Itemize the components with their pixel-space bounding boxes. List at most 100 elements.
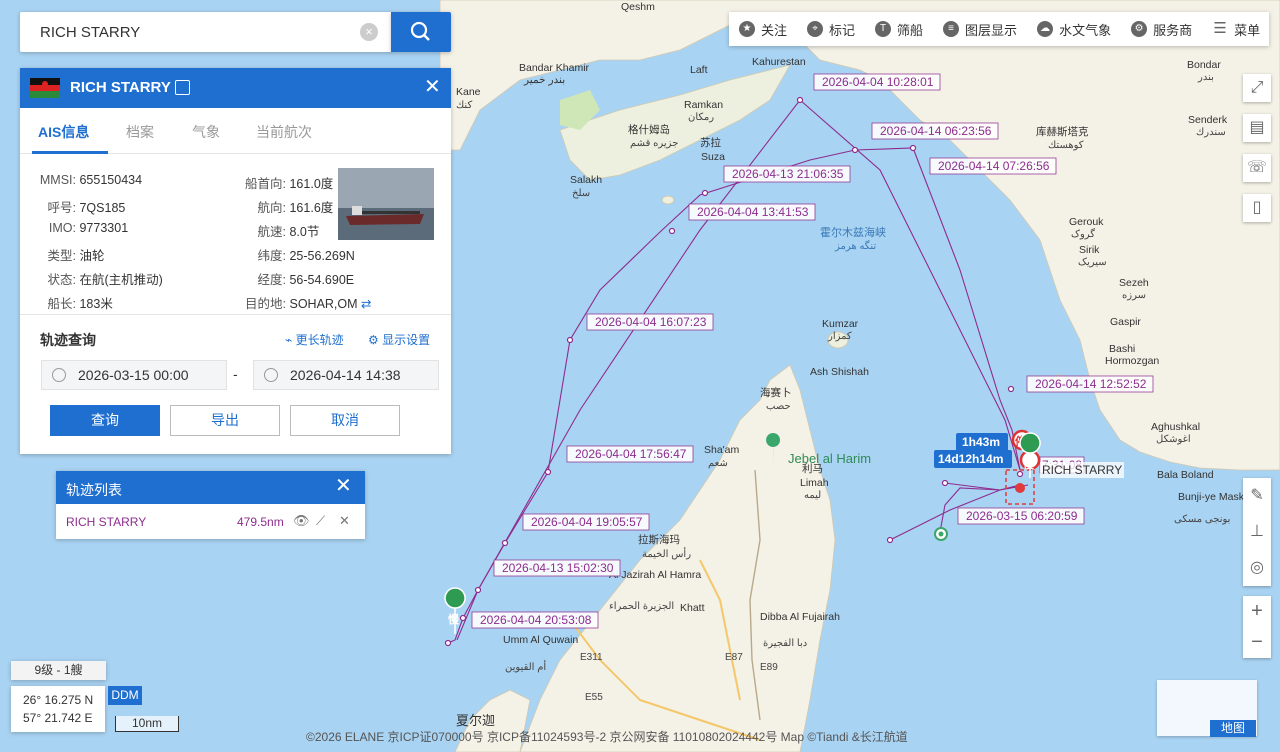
start-date-input[interactable]: 2026-03-15 00:00 (41, 360, 227, 390)
track-list-title: 轨迹列表 (66, 482, 122, 498)
coordinate-format-button[interactable]: DDM (108, 686, 142, 705)
locate-icon[interactable]: ◎ (1243, 550, 1271, 586)
eye-icon[interactable]: 👁 (293, 513, 310, 529)
svg-text:كنك: كنك (456, 100, 472, 111)
zoom-level-info: 9级 - 1艘 (11, 661, 106, 680)
svg-text:Gaspir: Gaspir (1110, 316, 1141, 328)
chart-icon[interactable]: ⟋ (316, 513, 325, 529)
svg-text:سلخ: سلخ (572, 188, 590, 199)
svg-text:حصب: حصب (766, 401, 791, 412)
svg-text:2026-04-04 20:53:08: 2026-04-04 20:53:08 (480, 613, 592, 627)
svg-text:1h43m: 1h43m (962, 435, 1000, 449)
svg-text:Bondar: Bondar (1187, 59, 1221, 71)
search-icon (410, 21, 430, 41)
map-type-label[interactable]: 地图 (1210, 720, 1256, 737)
cancel-button[interactable]: 取消 (290, 405, 400, 436)
svg-text:2026-04-04 13:41:53: 2026-04-04 13:41:53 (697, 205, 809, 219)
longer-track-link[interactable]: ⌁ 更长轨迹 (285, 331, 344, 348)
refresh-icon[interactable]: ⇄ (361, 297, 371, 311)
svg-text:اغوشکل: اغوشکل (1156, 434, 1191, 445)
mobile-icon[interactable]: ▯ (1243, 194, 1271, 222)
tab-archive[interactable]: 档案 (126, 122, 154, 142)
tag-icon: ⌖ (807, 21, 824, 37)
info-mmsi: MMSI: 655150434 (39, 173, 143, 187)
ship-info-panel: RICH STARRY ✕ AIS信息 档案 气象 当前航次 MMSI: 655… (20, 68, 451, 454)
svg-text:Dibba Al Fujairah: Dibba Al Fujairah (760, 611, 840, 623)
display-settings-link[interactable]: ⚙ 显示设置 (368, 331, 430, 348)
cursor-coordinates: 26° 16.275 N 57° 21.742 E (11, 686, 105, 732)
pin-icon[interactable]: ⊥ (1243, 514, 1271, 550)
toolbar-layers[interactable]: ≡ 图层显示 (933, 12, 1027, 46)
svg-text:14d12h14m: 14d12h14m (938, 452, 1003, 466)
ship-name: RICH STARRY (70, 79, 171, 96)
fullscreen-icon[interactable]: ⤢ (1243, 74, 1271, 102)
tab-current-voyage[interactable]: 当前航次 (256, 122, 312, 142)
divider (20, 314, 451, 315)
query-button[interactable]: 查询 (50, 405, 160, 436)
svg-text:تنگه هرمز: تنگه هرمز (834, 240, 876, 252)
toolbar-weather[interactable]: ☁ 水文气象 (1027, 12, 1121, 46)
zoom-in-icon[interactable]: + (1243, 596, 1271, 627)
flag-icon (30, 78, 60, 98)
svg-text:كمزار: كمزار (827, 331, 852, 342)
svg-text:苏拉: 苏拉 (700, 136, 721, 149)
svg-text:E89: E89 (760, 662, 778, 673)
tab-ais-info[interactable]: AIS信息 (38, 122, 89, 142)
track-list-header: 轨迹列表 ✕ (56, 471, 365, 504)
toolbox-icon[interactable]: ▤ (1243, 114, 1271, 142)
weather-icon: ☁ (1037, 21, 1054, 37)
search-button[interactable] (391, 12, 451, 52)
toolbar-follow[interactable]: ★ 关注 (729, 12, 797, 46)
svg-text:Gerouk: Gerouk (1069, 216, 1104, 228)
svg-text:海赛卜: 海赛卜 (760, 386, 792, 399)
zoom-out-icon[interactable]: − (1243, 627, 1271, 658)
svg-text:E87: E87 (725, 652, 743, 663)
toolbar-service[interactable]: ⚙ 服务商 (1121, 12, 1202, 46)
track-list-item[interactable]: RICH STARRY 479.5nm 👁 ⟋ ✕ (56, 504, 365, 539)
search-input[interactable] (20, 12, 360, 52)
svg-text:بونجی مسکی: بونجی مسکی (1174, 514, 1230, 525)
close-icon[interactable]: ✕ (424, 77, 441, 97)
svg-text:گروک: گروک (1071, 228, 1095, 240)
info-status: 状态: 在航(主机推动) (47, 273, 163, 287)
toolbar-menu[interactable]: ☰ 菜单 (1202, 12, 1270, 46)
export-button[interactable]: 导出 (170, 405, 280, 436)
support-icon[interactable]: ☏ (1243, 154, 1271, 182)
svg-text:RICH STARRY: RICH STARRY (1042, 463, 1122, 477)
end-date-input[interactable]: 2026-04-14 14:38 (253, 360, 439, 390)
ship-panel-header: RICH STARRY ✕ (20, 68, 451, 108)
svg-text:Kumzar: Kumzar (822, 318, 859, 330)
close-icon[interactable]: ✕ (335, 476, 352, 496)
svg-text:أم القيوين: أم القيوين (505, 660, 546, 673)
search-box: × (20, 12, 392, 52)
svg-text:霍尔木兹海峡: 霍尔木兹海峡 (820, 225, 886, 239)
svg-text:2026-04-04 16:07:23: 2026-04-04 16:07:23 (595, 315, 707, 329)
svg-text:Sirik: Sirik (1079, 244, 1100, 256)
svg-text:Kane: Kane (456, 86, 481, 98)
svg-text:2026-04-14 12:52:52: 2026-04-14 12:52:52 (1035, 377, 1147, 391)
copyright-text: ©2026 ELANE 京ICP证070000号 京ICP备11024593号-… (306, 730, 908, 744)
svg-text:E311: E311 (580, 652, 603, 663)
duration-badge-1: 1h43m (956, 433, 1008, 451)
filter-icon: T (875, 21, 892, 37)
svg-text:شعم: شعم (708, 458, 728, 469)
svg-text:سیریک: سیریک (1078, 257, 1107, 268)
clock-icon (52, 368, 66, 382)
tab-weather[interactable]: 气象 (192, 122, 220, 142)
edit-icon[interactable] (175, 80, 190, 95)
delete-icon[interactable]: ✕ (339, 513, 350, 529)
ship-photo[interactable] (338, 168, 434, 240)
star-icon: ★ (739, 21, 755, 37)
svg-text:2026-04-13 15:02:30: 2026-04-13 15:02:30 (502, 561, 614, 575)
svg-text:رمکان: رمکان (688, 112, 714, 123)
toolbar-mark[interactable]: ⌖ 标记 (797, 12, 865, 46)
svg-text:库赫斯塔克: 库赫斯塔克 (1036, 125, 1089, 138)
info-speed: 航速: 8.0节 (257, 225, 320, 239)
svg-text:2026-03-15 06:20:59: 2026-03-15 06:20:59 (966, 509, 1078, 523)
toolbar-filter[interactable]: T 筛船 (865, 12, 933, 46)
ruler-icon[interactable]: ✎ (1243, 478, 1271, 514)
track-list-panel: 轨迹列表 ✕ RICH STARRY 479.5nm 👁 ⟋ ✕ (56, 471, 365, 539)
clear-icon[interactable]: × (360, 23, 378, 41)
svg-text:慢: 慢 (1023, 457, 1035, 471)
svg-text:Sezeh: Sezeh (1119, 277, 1149, 289)
